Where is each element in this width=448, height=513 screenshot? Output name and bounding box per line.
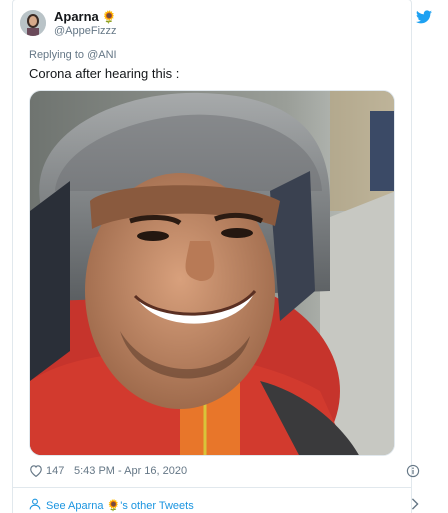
sunflower-emoji: 🌻	[101, 10, 117, 24]
selfie-photo	[30, 91, 394, 455]
author-name[interactable]: Aparna 🌻	[54, 9, 117, 24]
see-other-tweets-label: See Aparna 🌻's other Tweets	[46, 499, 194, 512]
tweet-meta: 147 5:43 PM - Apr 16, 2020	[29, 463, 420, 481]
tweet-timestamp[interactable]: 5:43 PM - Apr 16, 2020	[74, 465, 187, 477]
sunflower-emoji: 🌻	[106, 500, 121, 512]
replying-prefix: Replying to	[29, 49, 85, 61]
info-icon[interactable]	[406, 464, 420, 478]
tweet-media-image[interactable]	[29, 90, 395, 456]
replying-to: Replying to @ANI	[29, 49, 117, 61]
person-icon	[29, 498, 41, 510]
heart-icon[interactable]	[29, 464, 43, 477]
tweet-text: Corona after hearing this :	[29, 66, 180, 81]
twitter-bird-icon[interactable]	[416, 10, 432, 24]
see-other-tweets-link[interactable]: See Aparna 🌻's other Tweets	[29, 497, 420, 513]
chevron-right-icon	[411, 498, 419, 510]
author-name-text: Aparna	[54, 9, 99, 24]
tweet-header: Aparna 🌻 @AppeFizzz	[20, 6, 432, 38]
see-suffix: 's other Tweets	[120, 500, 194, 512]
divider	[12, 487, 412, 488]
reply-mention-link[interactable]: @ANI	[87, 49, 117, 61]
like-count: 147	[46, 465, 65, 477]
avatar[interactable]	[20, 10, 46, 36]
see-prefix: See Aparna	[46, 500, 104, 512]
author-handle[interactable]: @AppeFizzz	[54, 25, 117, 37]
